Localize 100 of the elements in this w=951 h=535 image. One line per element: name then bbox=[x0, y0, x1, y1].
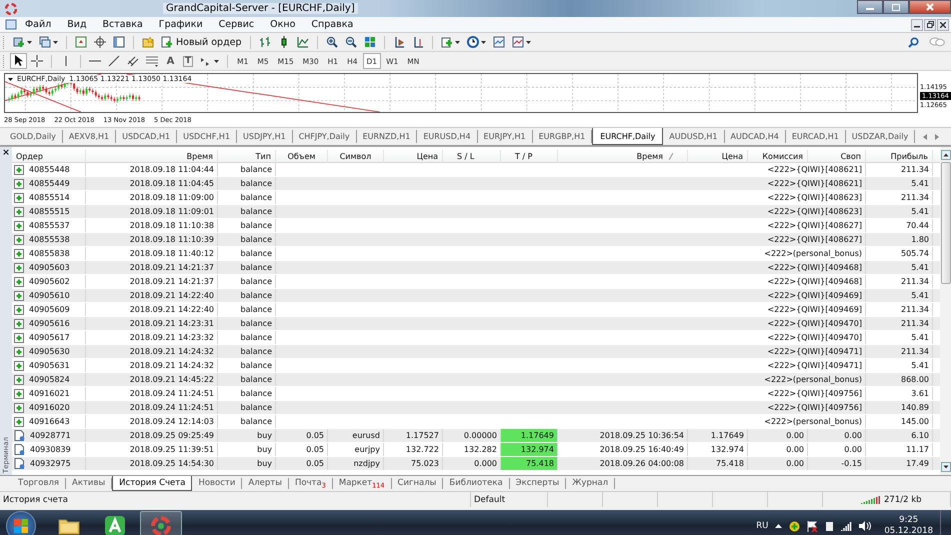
column-header[interactable]: Объем bbox=[276, 150, 328, 163]
table-row[interactable]: 40905610 2018.09.21 14:22:40 balance <222>{QIWI}[409469] 5.41 bbox=[12, 289, 940, 303]
column-header[interactable]: Цена bbox=[688, 150, 748, 163]
flag-icon[interactable] bbox=[807, 520, 818, 532]
chart-tab[interactable]: USDCAD,H1 bbox=[116, 130, 178, 143]
search-icon[interactable] bbox=[908, 36, 919, 48]
chart-tab[interactable]: USDCHF,H1 bbox=[177, 130, 238, 143]
volume-icon[interactable] bbox=[859, 521, 872, 531]
chart-tab[interactable]: EURUSD,H4 bbox=[417, 130, 478, 143]
chart-tab[interactable]: AEXV8,H1 bbox=[62, 130, 116, 143]
table-row[interactable]: 40928771 2018.09.25 09:25:49 buy 0.05 eurusd 1.17527 0.00000 1.17649 2018.09.25 10:36:54 1.17649 0.00 0.00 6.10 bbox=[12, 429, 940, 443]
scroll-left-icon[interactable] bbox=[923, 134, 927, 140]
clock-time[interactable]: 9:25 bbox=[899, 515, 918, 526]
column-header[interactable]: Своп bbox=[808, 150, 866, 163]
table-row[interactable]: 40855515 2018.09.18 11:09:01 balance <222>{QIWI}[408623] 5.41 bbox=[12, 205, 940, 219]
menu-item[interactable]: Файл bbox=[17, 19, 60, 30]
signal-icon[interactable] bbox=[841, 522, 852, 530]
table-row[interactable]: 40905630 2018.09.21 14:24:32 balance <222>{QIWI}[409471] 211.34 bbox=[12, 345, 940, 359]
order-number: 40855449 bbox=[29, 178, 70, 190]
new-order-button[interactable]: Новый ордер bbox=[158, 34, 245, 50]
maximize-button[interactable] bbox=[883, 0, 909, 14]
table-cell: balance bbox=[218, 247, 276, 260]
table-row[interactable]: 40916020 2018.09.24 11:24:51 balance <222>{QIWI}[409756] 140.89 bbox=[12, 401, 940, 415]
column-header[interactable]: Тип bbox=[218, 150, 276, 163]
table-row[interactable]: 40855449 2018.09.18 11:04:45 balance <222>{QIWI}[408621] 5.41 bbox=[12, 177, 940, 191]
terminal-tab[interactable]: Новости bbox=[192, 478, 242, 489]
column-header[interactable]: Цена bbox=[384, 150, 443, 163]
tray-expand-icon[interactable] bbox=[775, 524, 782, 528]
menu-item[interactable]: Окно bbox=[262, 19, 304, 30]
close-button[interactable]: × bbox=[2, 149, 10, 158]
terminal-tab[interactable]: Почта$_{3}$ bbox=[288, 478, 333, 489]
scroll-up-icon[interactable] bbox=[940, 150, 950, 160]
terminal-tab[interactable]: Маркет$_{114}$ bbox=[332, 478, 392, 489]
table-cell: 132.974 bbox=[688, 443, 748, 456]
terminal-tab[interactable]: Эксперты bbox=[510, 478, 566, 489]
table-cell: 2018.09.24 11:24:51 bbox=[86, 387, 218, 400]
scroll-right-icon[interactable] bbox=[935, 134, 939, 140]
table-cell: balance bbox=[218, 401, 276, 414]
restore-button[interactable] bbox=[924, 18, 936, 30]
minimize-button[interactable] bbox=[911, 18, 923, 30]
scroll-down-icon[interactable] bbox=[940, 462, 950, 472]
profile-name: Default bbox=[471, 492, 548, 507]
column-header[interactable]: Комиссия bbox=[748, 150, 808, 163]
terminal-tab[interactable]: Библиотека bbox=[443, 478, 510, 489]
scrollbar[interactable] bbox=[940, 147, 951, 475]
chart-tab[interactable]: EURJPY,H1 bbox=[478, 130, 533, 143]
column-header[interactable]: Время bbox=[558, 150, 688, 163]
table-row[interactable]: 40855538 2018.09.18 11:10:39 balance <222>{QIWI}[408627] 1.80 bbox=[12, 233, 940, 247]
chart-tab[interactable]: CHFJPY,Daily bbox=[292, 130, 357, 143]
chart-tab[interactable]: EURCAD,H1 bbox=[786, 130, 846, 143]
menu-item[interactable]: Вставка bbox=[94, 19, 151, 30]
chart-tab[interactable]: EURNZD,H1 bbox=[356, 130, 418, 143]
language-indicator[interactable]: RU bbox=[756, 521, 768, 531]
table-row[interactable]: 40932975 2018.09.25 14:54:30 buy 0.05 nzdjpy 75.023 0.000 75.418 2018.09.26 04:00:08 75.418 0.00 -0.15 17.49 bbox=[12, 457, 940, 471]
text-label-button[interactable]: T bbox=[183, 56, 194, 66]
column-header[interactable]: Ордер bbox=[12, 150, 86, 163]
table-row[interactable]: 40905616 2018.09.21 14:23:31 balance <222>{QIWI}[409470] 211.34 bbox=[12, 317, 940, 331]
order-icon bbox=[14, 430, 25, 441]
terminal-tab[interactable]: Торговля bbox=[12, 478, 66, 489]
scrollbar-thumb[interactable] bbox=[940, 162, 950, 284]
chart-tab[interactable]: USDZAR,Daily bbox=[846, 130, 916, 143]
chart-tab[interactable]: AUDUSD,H1 bbox=[663, 130, 724, 143]
table-cell: balance bbox=[218, 415, 276, 428]
close-button[interactable] bbox=[909, 0, 951, 14]
column-header[interactable]: T / P bbox=[501, 150, 558, 163]
close-button[interactable] bbox=[937, 18, 949, 30]
cursor-button[interactable] bbox=[10, 53, 27, 69]
menu-item[interactable]: Сервис bbox=[210, 19, 262, 30]
column-header[interactable]: Время bbox=[86, 150, 218, 163]
table-row[interactable]: 40905603 2018.09.21 14:21:37 balance <222>{QIWI}[409468] 5.41 bbox=[12, 261, 940, 275]
text-tool-button[interactable]: A bbox=[162, 53, 179, 69]
chart-tab[interactable]: AUDCAD,H4 bbox=[724, 130, 786, 143]
menu-item[interactable]: Справка bbox=[303, 19, 362, 30]
plus-circle-icon[interactable] bbox=[789, 520, 800, 532]
chart-tab[interactable]: USDJPY,H1 bbox=[237, 130, 293, 143]
table-cell: 2018.09.18 11:09:00 bbox=[86, 191, 218, 204]
crosshair-button[interactable] bbox=[91, 34, 109, 50]
table-cell: 211.34 bbox=[866, 317, 933, 330]
terminal-tab[interactable]: Алерты bbox=[242, 478, 289, 489]
minimize-button[interactable] bbox=[857, 0, 883, 14]
table-row[interactable]: 40905824 2018.09.21 14:45:22 balance <222>(personal_bonus) 868.00 bbox=[12, 373, 940, 387]
chart-tab[interactable]: EURCHF,Daily bbox=[592, 128, 664, 145]
tile-windows-icon bbox=[364, 36, 376, 48]
device-icon[interactable] bbox=[825, 520, 834, 532]
column-header[interactable]: Символ bbox=[328, 150, 384, 163]
terminal-tab[interactable]: Журнал bbox=[566, 478, 616, 489]
balance-icon bbox=[14, 318, 24, 328]
start-button[interactable] bbox=[6, 511, 36, 535]
table-cell: 75.023 bbox=[384, 457, 443, 470]
terminal-tab[interactable]: Сигналы bbox=[392, 478, 444, 489]
clock-date[interactable]: 05.12.2018 bbox=[884, 526, 933, 535]
crosshair-button[interactable] bbox=[28, 53, 46, 69]
menu-item[interactable]: Графики bbox=[150, 19, 211, 30]
order-number: 40905616 bbox=[29, 318, 70, 330]
column-header[interactable]: Прибыль bbox=[866, 150, 933, 163]
chart-tab[interactable]: GOLD,Daily bbox=[4, 130, 63, 143]
terminal-tab[interactable]: История Счета bbox=[112, 476, 192, 491]
column-header[interactable]: S / L bbox=[443, 150, 501, 163]
order-number: 40930839 bbox=[30, 444, 71, 456]
menu-item[interactable]: Вид bbox=[59, 19, 95, 30]
